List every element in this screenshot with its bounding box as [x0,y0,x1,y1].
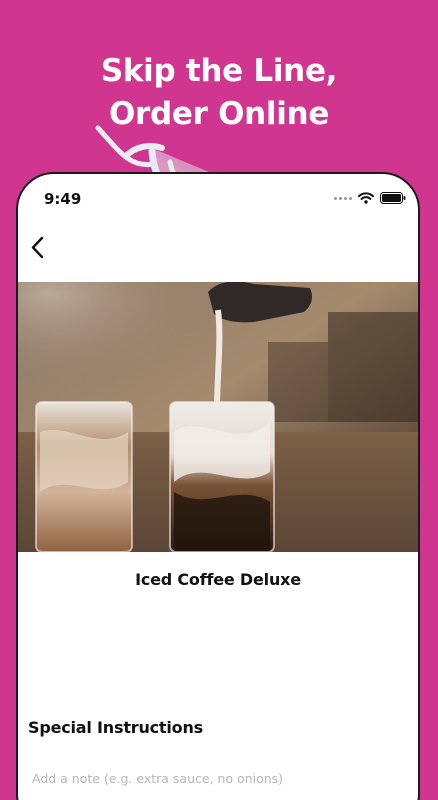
battery-icon [380,192,406,204]
cellular-signal-icon [334,196,352,200]
chevron-left-icon [31,236,44,259]
phone-frame: 9:49 Iced Coffee Deluxe Special Instruct… [16,172,420,800]
wifi-icon [358,192,374,204]
back-button[interactable] [24,232,56,264]
special-instructions-title: Special Instructions [28,718,203,737]
headline-line-1: Skip the Line, [100,53,338,89]
status-time: 9:49 [44,190,82,208]
status-icons [334,192,406,204]
special-instructions-input[interactable] [32,766,402,790]
iced-coffee-photo [18,282,418,552]
status-bar: 9:49 [18,174,418,224]
product-name: Iced Coffee Deluxe [135,570,301,589]
product-image [18,282,418,552]
